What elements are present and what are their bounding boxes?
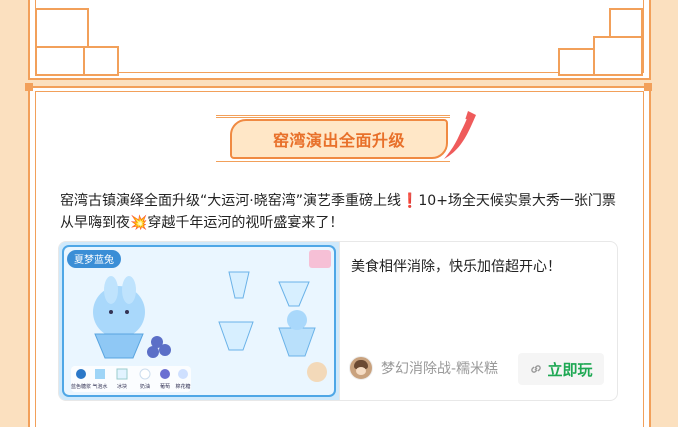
legend-item: 葡萄 xyxy=(160,383,170,390)
article-paragraph: 窑湾古镇演绎全面升级“大运河·晓窑湾”演艺季重磅上线❗10+场全天候实景大秀一张… xyxy=(60,193,616,231)
banner-title: 窑湾演出全面升级 xyxy=(272,131,405,150)
decor-block xyxy=(609,8,643,38)
corner-dot xyxy=(25,83,33,91)
game-name: 梦幻消除战-糯米糕 xyxy=(381,361,499,377)
link-icon xyxy=(531,365,542,373)
play-now-button[interactable]: 立即玩 xyxy=(518,353,604,385)
game-avatar xyxy=(349,356,373,380)
banner-ribbon: 窑湾演出全面升级 xyxy=(230,119,448,159)
decor-block xyxy=(558,48,595,76)
corner-dot xyxy=(644,83,652,91)
legend-item: 棉花糖 xyxy=(175,383,190,390)
decor-block xyxy=(35,8,89,48)
legend-item: 冰块 xyxy=(117,383,127,390)
game-info: 梦幻消除战-糯米糕 xyxy=(349,356,498,380)
play-now-label: 立即玩 xyxy=(547,360,593,379)
mini-game-card[interactable]: 夏梦蓝兔 蓝色糖浆 气泡水 冰块 奶油 葡萄 棉花糖 美食相伴消除，快乐加倍超开… xyxy=(58,241,618,401)
thumb-title: 夏梦蓝兔 xyxy=(74,253,114,266)
section-banner: 窑湾演出全面升级 xyxy=(196,109,478,163)
legend-item: 气泡水 xyxy=(92,383,107,390)
decor-block xyxy=(593,36,643,76)
swoosh-decoration xyxy=(444,111,476,159)
legend-item: 奶油 xyxy=(140,383,150,390)
thumbnail-illustration: 夏梦蓝兔 蓝色糖浆 气泡水 冰块 奶油 葡萄 棉花糖 xyxy=(59,242,339,400)
game-description: 美食相伴消除，快乐加倍超开心！ xyxy=(351,259,561,275)
game-thumbnail: 夏梦蓝兔 蓝色糖浆 气泡水 冰块 奶油 葡萄 棉花糖 xyxy=(59,242,340,400)
legend-item: 蓝色糖浆 xyxy=(71,383,91,390)
decor-block xyxy=(35,46,85,76)
decor-block xyxy=(83,46,119,76)
